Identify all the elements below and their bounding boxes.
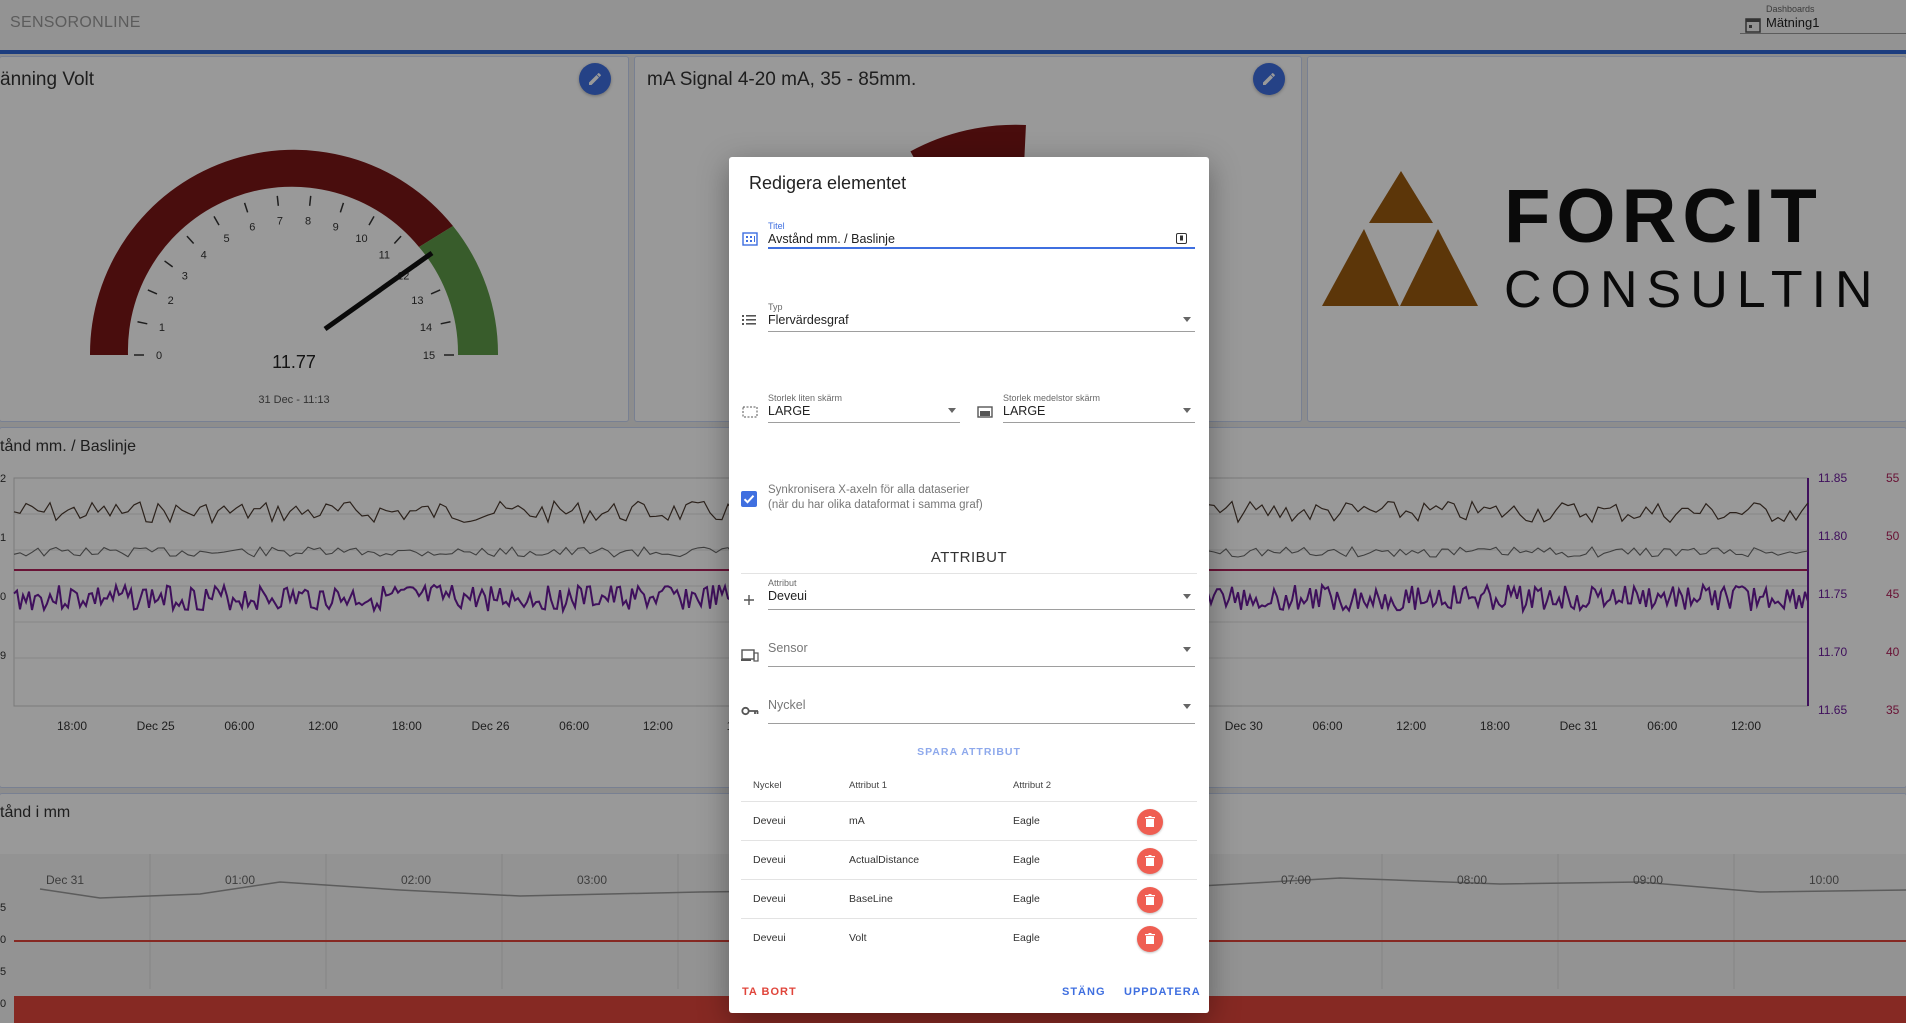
medium-screen-icon	[977, 406, 993, 418]
header-key: Nyckel	[753, 780, 782, 791]
table-row: Deveui Volt Eagle	[741, 919, 1197, 957]
table-row: Deveui BaseLine Eagle	[741, 880, 1197, 919]
size-medium-value[interactable]: LARGE	[1003, 404, 1195, 418]
badge-icon	[1176, 233, 1187, 244]
key-select[interactable]: Nyckel	[768, 692, 1195, 724]
attribute-select-value[interactable]: Deveui	[768, 589, 1195, 603]
title-field-label: Titel	[768, 221, 785, 231]
trash-icon	[1145, 894, 1155, 905]
size-medium-label: Storlek medelstor skärm	[1003, 393, 1101, 403]
building-icon	[742, 232, 758, 246]
trash-icon	[1145, 855, 1155, 866]
table-header: Nyckel Attribut 1 Attribut 2	[741, 767, 1197, 802]
trash-icon	[1145, 816, 1155, 827]
header-attr1: Attribut 1	[849, 780, 888, 791]
update-button[interactable]: UPPDATERA	[1124, 986, 1201, 998]
row-key: Deveui	[753, 854, 786, 866]
size-small-label: Storlek liten skärm	[768, 393, 843, 403]
attribute-table: Nyckel Attribut 1 Attribut 2 Deveui mA E…	[741, 767, 1197, 957]
section-divider	[741, 573, 1197, 574]
chevron-down-icon	[1183, 317, 1191, 322]
delete-row-button[interactable]	[1137, 848, 1163, 874]
row-attr1: Volt	[849, 932, 867, 944]
devices-icon	[741, 649, 759, 662]
chevron-down-icon	[948, 408, 956, 413]
chevron-down-icon	[1183, 704, 1191, 709]
table-row: Deveui ActualDistance Eagle	[741, 841, 1197, 880]
edit-element-dialog: Redigera elementet Titel Avstånd mm. / B…	[729, 157, 1209, 1013]
plus-icon	[744, 595, 754, 605]
sensor-select[interactable]: Sensor	[768, 635, 1195, 667]
title-field-value[interactable]: Avstånd mm. / Baslinje	[768, 232, 1195, 246]
sensor-select-placeholder[interactable]: Sensor	[768, 641, 1195, 655]
row-attr2: Eagle	[1013, 932, 1040, 944]
key-select-placeholder[interactable]: Nyckel	[768, 698, 1195, 712]
type-select-value[interactable]: Flervärdesgraf	[768, 313, 1195, 327]
type-select-label: Typ	[768, 302, 783, 312]
list-icon	[742, 315, 756, 325]
row-attr1: mA	[849, 815, 865, 827]
size-medium-select[interactable]: Storlek medelstor skärm LARGE	[1003, 393, 1195, 423]
row-attr2: Eagle	[1013, 854, 1040, 866]
chevron-down-icon	[1183, 594, 1191, 599]
delete-row-button[interactable]	[1137, 887, 1163, 913]
delete-element-button[interactable]: TA BORT	[742, 986, 797, 998]
row-attr1: ActualDistance	[849, 854, 920, 866]
table-row: Deveui mA Eagle	[741, 802, 1197, 841]
row-key: Deveui	[753, 932, 786, 944]
type-select[interactable]: Typ Flervärdesgraf	[768, 302, 1195, 332]
check-icon	[743, 495, 755, 504]
dialog-title: Redigera elementet	[749, 173, 907, 193]
chevron-down-icon	[1183, 647, 1191, 652]
delete-row-button[interactable]	[1137, 809, 1163, 835]
size-small-value[interactable]: LARGE	[768, 404, 960, 418]
attribute-select-label: Attribut	[768, 578, 797, 588]
sync-label-line2: (när du har olika dataformat i samma gra…	[768, 499, 983, 511]
sync-label-line1: Synkronisera X-axeln för alla dataserier	[768, 484, 970, 496]
title-field[interactable]: Titel Avstånd mm. / Baslinje	[768, 221, 1195, 249]
key-icon	[741, 706, 759, 716]
sync-label: Synkronisera X-axeln för alla dataserier…	[768, 483, 983, 513]
row-key: Deveui	[753, 815, 786, 827]
size-small-select[interactable]: Storlek liten skärm LARGE	[768, 393, 960, 423]
row-attr1: BaseLine	[849, 893, 893, 905]
chevron-down-icon	[1183, 408, 1191, 413]
row-attr2: Eagle	[1013, 815, 1040, 827]
row-key: Deveui	[753, 893, 786, 905]
header-attr2: Attribut 2	[1013, 780, 1052, 791]
attribute-select[interactable]: Attribut Deveui	[768, 578, 1195, 610]
sync-checkbox[interactable]	[741, 491, 757, 507]
small-screen-icon	[742, 406, 758, 418]
row-attr2: Eagle	[1013, 893, 1040, 905]
save-attribute-button[interactable]: SPARA ATTRIBUT	[729, 746, 1209, 758]
close-button[interactable]: STÄNG	[1062, 986, 1106, 998]
trash-icon	[1145, 933, 1155, 944]
attribute-section-title: ATTRIBUT	[930, 549, 1008, 566]
delete-row-button[interactable]	[1137, 926, 1163, 952]
